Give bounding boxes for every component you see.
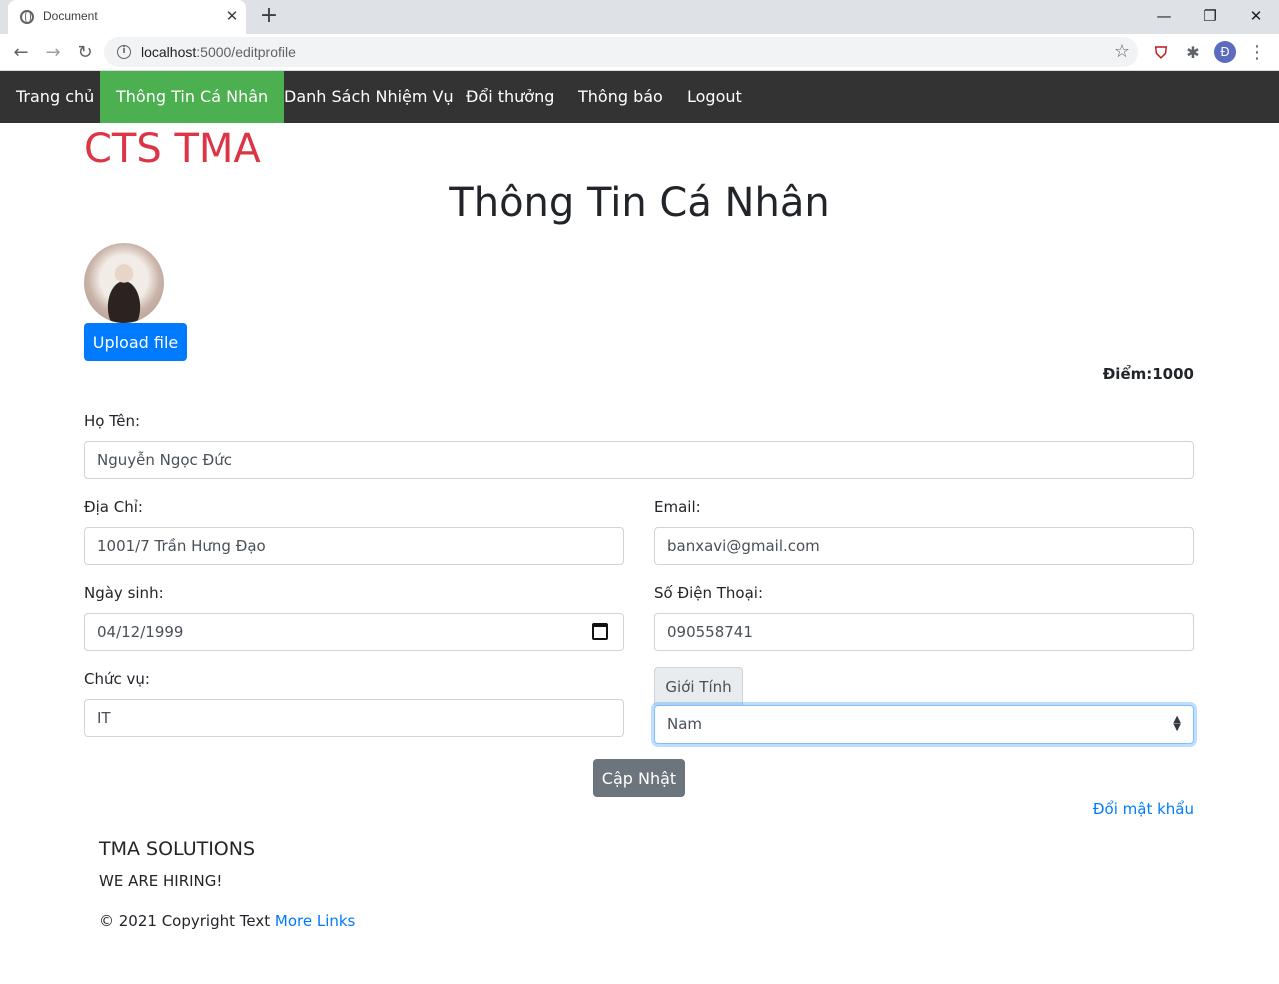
footer-copyright: © 2021 Copyright Text More Links [99,912,355,930]
phone-label: Số Điện Thoại: [654,584,764,602]
select-updown-icon: ▲ ▼ [1173,714,1181,733]
reload-icon[interactable]: ↻ [71,39,99,67]
site-info-icon[interactable]: i [117,45,131,59]
name-label: Họ Tên: [84,412,141,430]
restore-button[interactable]: ❐ [1197,4,1223,28]
copyright-text: © 2021 Copyright Text [99,912,271,930]
dob-value: 04/12/1999 [97,623,184,641]
forward-arrow-icon[interactable]: → [39,39,67,67]
bookmark-star-icon[interactable]: ☆ [1114,41,1130,62]
gender-selected-value: Nam [667,715,703,733]
more-links-link[interactable]: More Links [275,912,356,930]
new-tab-button[interactable]: + [256,4,282,30]
email-label: Email: [654,498,701,516]
gender-label: Giới Tính [654,667,743,705]
footer-hiring-text: WE ARE HIRING! [99,872,223,890]
browser-menu-icon[interactable]: ⋮ [1243,39,1271,67]
browser-tab-bar: Document ✕ + — ❐ ✕ [0,0,1279,34]
brand-title: CTS TMA [84,126,261,172]
position-field[interactable]: IT [84,699,624,737]
close-window-button[interactable]: ✕ [1243,4,1269,28]
globe-icon [20,10,34,24]
nav-item-tasks[interactable]: Danh Sách Nhiệm Vụ [268,71,470,123]
footer-title: TMA SOLUTIONS [99,838,256,860]
browser-toolbar: ← → ↻ i localhost:5000/editprofile ☆ ⛉ ✱… [0,34,1279,71]
gender-select[interactable]: Nam ▲ ▼ [654,705,1194,744]
address-label: Địa Chỉ: [84,498,143,516]
dob-label: Ngày sinh: [84,584,164,602]
name-field[interactable]: Nguyễn Ngọc Đức [84,441,1194,479]
profile-avatar-image [84,243,164,323]
site-navbar: Trang chủ Thông Tin Cá Nhân Danh Sách Nh… [0,71,1279,123]
phone-field[interactable]: 090558741 [654,613,1194,651]
tab-close-icon[interactable]: ✕ [223,6,241,26]
url-text[interactable]: localhost:5000/editprofile [141,44,296,60]
nav-item-home[interactable]: Trang chủ [0,71,110,123]
position-label: Chức vụ: [84,670,150,688]
address-bar[interactable]: i localhost:5000/editprofile ☆ [104,37,1138,67]
change-password-link[interactable]: Đổi mật khẩu [1093,800,1194,818]
nav-item-logout[interactable]: Logout [671,71,758,123]
nav-item-notifications[interactable]: Thông báo [562,71,679,123]
browser-tab[interactable]: Document ✕ [8,0,246,34]
nav-item-profile[interactable]: Thông Tin Cá Nhân [100,71,285,123]
nav-item-rewards[interactable]: Đổi thưởng [450,71,570,123]
back-arrow-icon[interactable]: ← [7,39,35,67]
calendar-icon[interactable] [592,623,608,640]
upload-file-button[interactable]: Upload file [84,323,187,361]
minimize-button[interactable]: — [1151,4,1177,28]
dob-field[interactable]: 04/12/1999 [84,613,624,651]
address-field[interactable]: 1001/7 Trần Hưng Đạo [84,527,624,565]
mcafee-shield-icon[interactable]: ⛉ [1147,39,1175,67]
extensions-puzzle-icon[interactable]: ✱ [1179,39,1207,67]
update-button[interactable]: Cập Nhật [593,759,685,797]
email-field[interactable]: banxavi@gmail.com [654,527,1194,565]
tab-title: Document [43,9,98,23]
profile-avatar[interactable]: Đ [1214,41,1236,63]
page-title: Thông Tin Cá Nhân [449,180,830,226]
points-display: Điểm:1000 [1102,365,1194,383]
